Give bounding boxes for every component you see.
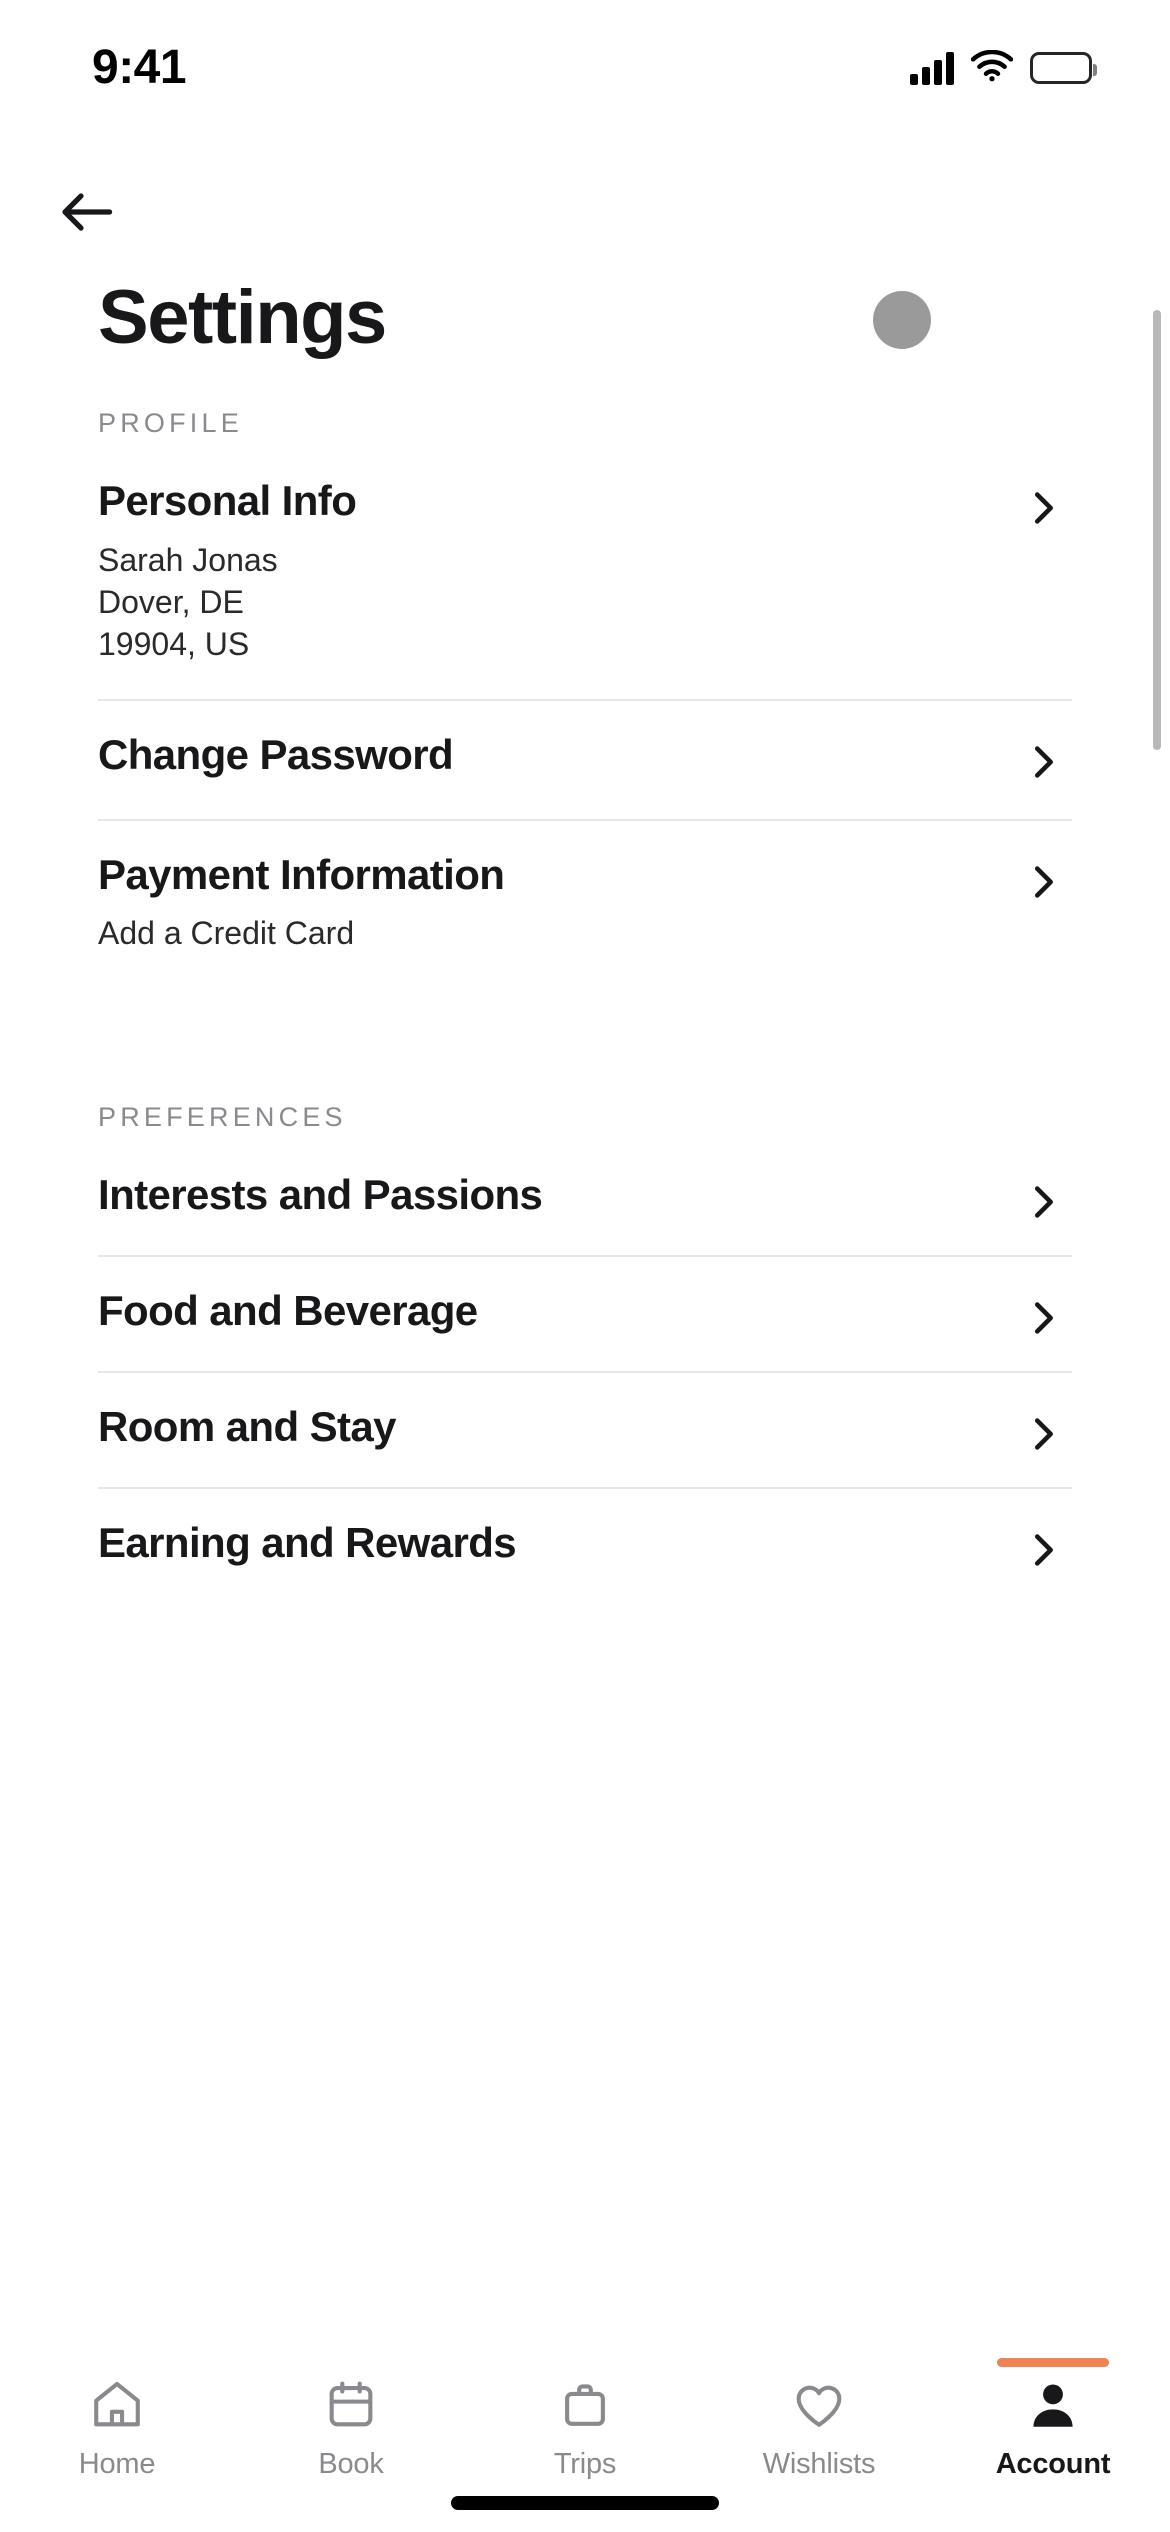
tab-label: Home — [78, 2448, 156, 2480]
row-title: Food and Beverage — [98, 1286, 478, 1334]
settings-row-room-and-stay[interactable]: Room and Stay — [98, 1373, 1072, 1457]
touch-point-indicator — [873, 291, 931, 349]
settings-row-personal-info[interactable]: Personal Info Sarah Jonas Dover, DE 1990… — [98, 447, 1072, 665]
row-subtitle: Add a Credit Card — [98, 913, 1020, 953]
chevron-right-icon — [1034, 1185, 1053, 1218]
settings-row-change-password[interactable]: Change Password — [98, 701, 1072, 785]
settings-scroll-content: Settings PROFILE Personal Info Sarah Jon… — [0, 262, 1170, 2394]
status-bar: 9:41 — [0, 0, 1170, 122]
home-indicator — [451, 2496, 719, 2510]
tab-trips[interactable]: Trips — [468, 2376, 702, 2481]
battery-full-icon — [1030, 52, 1097, 84]
status-bar-time: 9:41 — [92, 41, 187, 94]
row-title: Earning and Rewards — [98, 1518, 517, 1566]
tab-wishlists[interactable]: Wishlists — [702, 2376, 936, 2481]
row-title: Personal Info — [98, 477, 357, 524]
row-block-room-and-stay: Room and Stay — [98, 1373, 1072, 1489]
personal-info-name: Sarah Jonas — [98, 541, 278, 578]
tab-home[interactable]: Home — [0, 2376, 234, 2481]
settings-row-payment-information[interactable]: Payment Information Add a Credit Card — [98, 821, 1072, 954]
chevron-right-icon — [1034, 745, 1053, 778]
tab-account[interactable]: Account — [936, 2358, 1170, 2481]
row-content: Food and Beverage — [98, 1287, 1020, 1336]
wifi-icon — [970, 49, 1014, 87]
personal-info-city-state: Dover, DE — [98, 584, 244, 621]
row-title: Payment Information — [98, 850, 505, 898]
row-content: Payment Information Add a Credit Card — [98, 851, 1020, 954]
chevron-right-icon — [1034, 865, 1053, 898]
vertical-scrollbar[interactable] — [1153, 310, 1161, 750]
row-subtitle: Sarah Jonas Dover, DE 19904, US — [98, 540, 1020, 665]
tab-label: Wishlists — [762, 2448, 876, 2480]
row-content: Room and Stay — [98, 1403, 1020, 1452]
chevron-right-icon — [1034, 492, 1053, 524]
payment-add-card-hint: Add a Credit Card — [98, 915, 355, 952]
settings-row-food-and-beverage[interactable]: Food and Beverage — [98, 1257, 1072, 1341]
active-tab-indicator — [997, 2358, 1109, 2367]
arrow-left-icon — [62, 193, 113, 231]
heart-icon — [796, 2385, 842, 2427]
row-block-earning-and-rewards: Earning and Rewards — [98, 1489, 1072, 1573]
tab-book[interactable]: Book — [234, 2376, 468, 2481]
row-block-change-password: Change Password — [98, 701, 1072, 821]
row-content: Interests and Passions — [98, 1171, 1020, 1220]
settings-row-earning-and-rewards[interactable]: Earning and Rewards — [98, 1489, 1072, 1573]
person-filled-icon — [1033, 2384, 1073, 2427]
row-block-personal-info: Personal Info Sarah Jonas Dover, DE 1990… — [98, 447, 1072, 701]
settings-screen: 9:41 Settings PROFILE Personal Info Sara… — [0, 0, 1170, 2532]
chevron-right-icon — [1034, 1533, 1053, 1566]
briefcase-icon — [565, 2384, 605, 2426]
row-block-payment-information: Payment Information Add a Credit Card — [98, 821, 1072, 954]
row-content: Earning and Rewards — [98, 1519, 1020, 1568]
chevron-right-icon — [1034, 1301, 1053, 1334]
section-profile: PROFILE Personal Info Sarah Jonas Dover,… — [98, 408, 1072, 954]
row-title: Interests and Passions — [98, 1170, 543, 1218]
tab-label: Trips — [553, 2448, 617, 2480]
calendar-icon — [329, 2381, 373, 2427]
status-bar-icons — [910, 36, 1097, 87]
row-title: Room and Stay — [98, 1402, 397, 1450]
section-preferences: PREFERENCES Interests and Passions Food … — [98, 1102, 1072, 1573]
row-title: Change Password — [98, 730, 454, 778]
home-icon — [94, 2381, 140, 2427]
tab-label: Account — [995, 2448, 1111, 2480]
tab-label: Book — [318, 2448, 384, 2480]
section-header-preferences: PREFERENCES — [98, 1101, 347, 1132]
personal-info-zip-country: 19904, US — [98, 626, 250, 663]
cellular-signal-icon — [910, 51, 954, 85]
row-block-interests-and-passions: Interests and Passions — [98, 1141, 1072, 1257]
section-header-profile: PROFILE — [98, 408, 243, 438]
chevron-right-icon — [1034, 1417, 1053, 1450]
row-block-food-and-beverage: Food and Beverage — [98, 1257, 1072, 1373]
row-content: Change Password — [98, 731, 1020, 780]
row-content: Personal Info Sarah Jonas Dover, DE 1990… — [98, 477, 1020, 665]
settings-row-interests-and-passions[interactable]: Interests and Passions — [98, 1141, 1072, 1225]
back-button[interactable] — [60, 172, 150, 252]
